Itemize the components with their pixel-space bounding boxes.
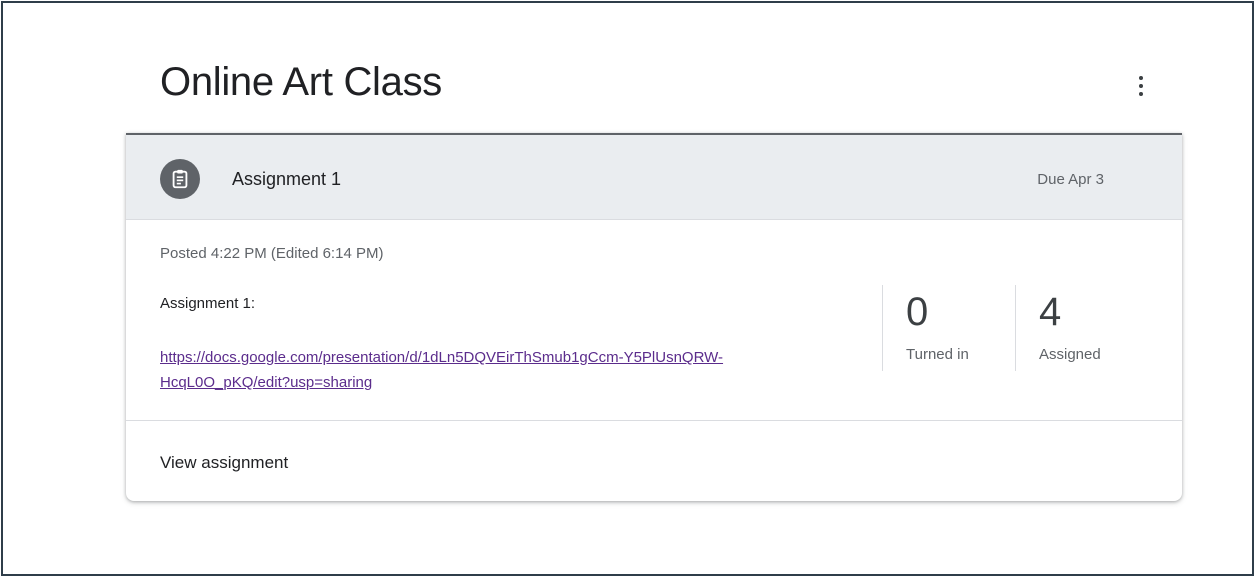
turned-in-count: 0 [906, 290, 929, 334]
assignment-title: Assignment 1 [232, 169, 342, 189]
view-assignment-link[interactable]: View assignment [160, 453, 288, 473]
more-vert-icon [1139, 76, 1143, 80]
assignment-description: Assignment 1: [160, 295, 256, 312]
assigned-count: 4 [1039, 290, 1062, 334]
presentation-link[interactable]: https://docs.google.com/presentation/d/1… [160, 345, 860, 395]
stat-assigned[interactable]: 4 Assigned [1039, 290, 1101, 363]
assigned-label: Assigned [1039, 346, 1101, 363]
assignment-header[interactable]: Assignment 1 Due Apr 3 [126, 135, 1182, 220]
stat-divider [882, 285, 883, 371]
class-title: Online Art Class [160, 60, 442, 104]
link-line-2[interactable]: HcqL0O_pKQ/edit?usp=sharing [160, 370, 860, 395]
stat-divider [1015, 285, 1016, 371]
assignment-card: Assignment 1 Due Apr 3 Posted 4:22 PM (E… [126, 133, 1182, 501]
assignment-icon [160, 159, 200, 199]
stat-turned-in[interactable]: 0 Turned in [906, 290, 969, 363]
more-options-button[interactable] [1125, 70, 1157, 102]
posted-timestamp: Posted 4:22 PM (Edited 6:14 PM) [160, 245, 384, 262]
link-line-1[interactable]: https://docs.google.com/presentation/d/1… [160, 345, 860, 370]
turned-in-label: Turned in [906, 346, 969, 363]
footer-divider [126, 420, 1182, 421]
due-date: Due Apr 3 [1037, 171, 1104, 188]
